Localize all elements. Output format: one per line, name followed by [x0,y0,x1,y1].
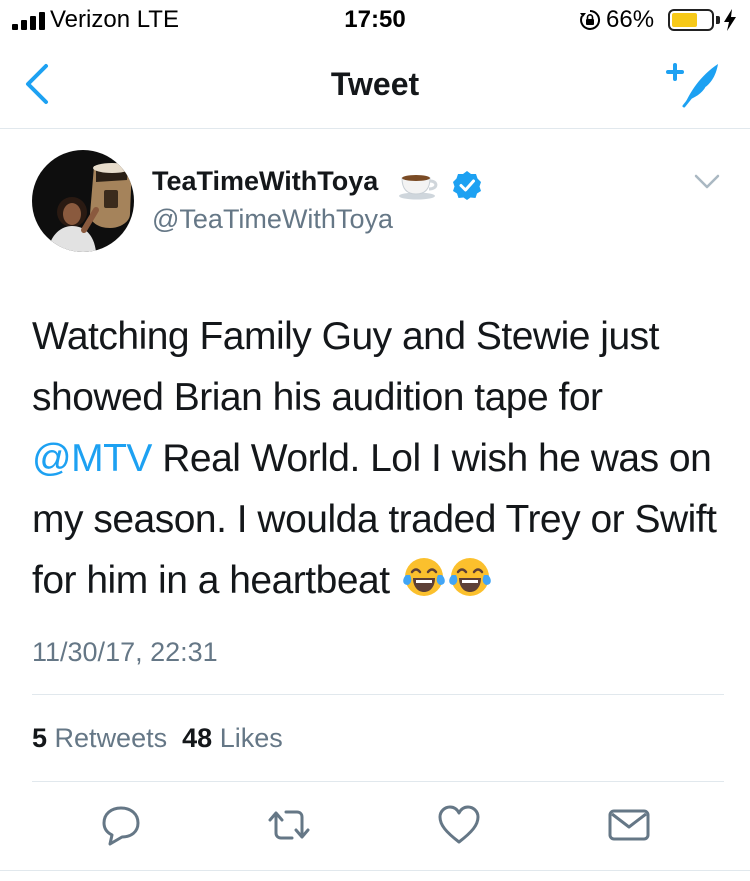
likes-label: Likes [219,723,283,753]
likes-count: 48 [182,723,213,753]
battery-icon [668,9,714,31]
orientation-lock-icon [579,9,601,31]
battery-level-fill [672,13,697,27]
retweets-stat[interactable]: 5 Retweets [32,723,167,753]
tears-of-joy-emoji [402,555,446,599]
avatar[interactable] [32,150,134,252]
nav-divider [0,128,750,129]
author-display-name[interactable]: TeaTimeWithToya [152,166,378,197]
verified-badge-icon [452,170,482,200]
teacup-emoji-icon [398,166,440,200]
chevron-down-icon[interactable] [692,170,722,194]
retweets-count: 5 [32,723,48,753]
like-heart-icon[interactable] [436,802,482,848]
share-envelope-icon[interactable] [606,802,652,848]
status-bar: Verizon LTE 17:50 66% [0,0,750,40]
reply-icon[interactable] [98,802,144,848]
page-title: Tweet [330,66,420,102]
battery-terminal [716,16,720,24]
stats-bottom-divider [32,781,724,782]
retweet-icon[interactable] [266,802,312,848]
tweet-text: Watching Family Guy and Stewie just show… [32,306,722,611]
mention-link[interactable]: @MTV [32,437,152,480]
bottom-divider [0,870,750,871]
tweet-stats: 5 Retweets 48 Likes [32,723,283,754]
charging-bolt-icon [723,9,737,31]
likes-stat[interactable]: 48 Likes [182,723,283,753]
compose-tweet-icon[interactable] [664,60,724,110]
stats-top-divider [32,694,724,695]
tweet-timestamp: 11/30/17, 22:31 [32,637,218,667]
battery-percent: 66% [606,6,655,33]
author-handle[interactable]: @TeaTimeWithToya [152,204,393,235]
tweet-text-part: Watching Family Guy and Stewie just show… [32,315,659,419]
retweets-label: Retweets [54,723,168,753]
tears-of-joy-emoji [448,555,492,599]
